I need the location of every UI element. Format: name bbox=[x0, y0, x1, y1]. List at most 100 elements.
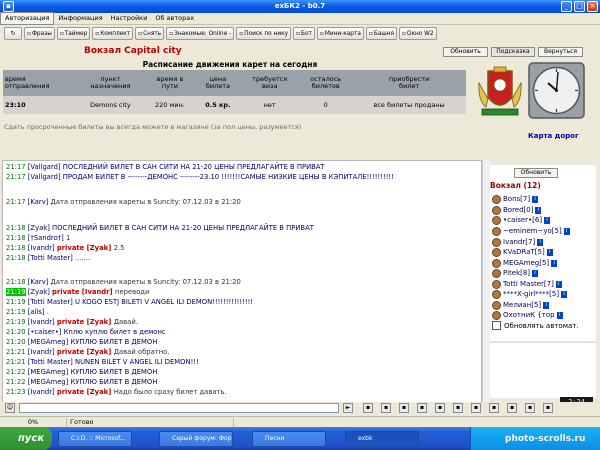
user-list-item[interactable]: ****X-girl****[5] i bbox=[492, 289, 568, 299]
smiley-button[interactable]: ☺ bbox=[5, 403, 15, 413]
chat-nick[interactable]: [Karv] bbox=[28, 198, 49, 206]
chat-scrollbar[interactable] bbox=[482, 160, 490, 403]
maximize-button[interactable]: □ bbox=[574, 1, 585, 12]
chat-nick[interactable]: [Totti Master] bbox=[28, 298, 75, 306]
toolbar-window-w2-button[interactable]: ▫ Окно W2 bbox=[398, 27, 437, 40]
chat-private-tag[interactable]: private [Zyak] bbox=[57, 318, 114, 326]
info-icon[interactable]: i bbox=[551, 259, 558, 267]
user-list-item[interactable]: MEGAmeg[5] i bbox=[492, 258, 558, 268]
user-nick[interactable]: Bons[7] bbox=[503, 195, 530, 203]
input-tool-button-4[interactable]: ▪ bbox=[417, 403, 427, 413]
user-list-item[interactable]: Мелиан[5] i bbox=[492, 300, 550, 310]
input-tool-button-2[interactable]: ▪ bbox=[381, 403, 391, 413]
auto-update-toggle[interactable]: Обновлять автомат. bbox=[492, 321, 579, 330]
user-list-item[interactable]: Bored[0] i bbox=[492, 205, 542, 215]
user-nick[interactable]: Pitek[8] bbox=[503, 269, 530, 277]
minimize-button[interactable]: _ bbox=[561, 1, 572, 12]
close-button[interactable]: × bbox=[587, 1, 598, 12]
user-list-item[interactable]: KVaDRaT[5] i bbox=[492, 247, 553, 257]
user-nick[interactable]: MEGAmeg[5] bbox=[503, 259, 549, 267]
chat-nick[interactable]: [Vallgard] bbox=[28, 163, 63, 171]
chat-nick[interactable]: [Zyak] bbox=[28, 288, 52, 296]
info-icon[interactable]: i bbox=[537, 238, 544, 246]
chat-nick[interactable]: [MEGAmeg] bbox=[28, 368, 71, 376]
info-icon[interactable]: i bbox=[544, 216, 551, 224]
user-list-item[interactable]: Bons[7] i bbox=[492, 194, 539, 204]
input-tool-button-9[interactable]: ▪ bbox=[507, 403, 517, 413]
info-icon[interactable]: i bbox=[532, 269, 539, 277]
toolbar-bot-button[interactable]: ▫ Бот bbox=[293, 27, 315, 40]
menu-item-information[interactable]: Информация bbox=[54, 13, 106, 24]
chat-nick[interactable]: [MEGAmeg] bbox=[28, 338, 71, 346]
app-icon[interactable]: ▪ bbox=[3, 1, 14, 12]
chat-private-tag[interactable]: private [Zyak] bbox=[57, 244, 114, 252]
chat-nick[interactable]: [Ivandr] bbox=[28, 348, 57, 356]
info-icon[interactable]: i bbox=[555, 280, 562, 288]
chat-nick[interactable]: [•caiser•] bbox=[28, 328, 64, 336]
user-list-item[interactable]: Pitek[8] i bbox=[492, 268, 539, 278]
menu-item-authorization[interactable]: Авторизация bbox=[0, 12, 55, 25]
toolbar-timer-button[interactable]: ▫ Таймер bbox=[56, 27, 91, 40]
info-icon[interactable]: i bbox=[561, 290, 568, 298]
chat-private-tag[interactable]: private [Ivandr] bbox=[52, 288, 115, 296]
return-button[interactable]: Вернуться bbox=[538, 47, 583, 57]
user-list-item[interactable]: ОхотниК {тор i bbox=[492, 310, 563, 320]
user-list-item[interactable]: •caiser•[6] i bbox=[492, 215, 551, 225]
send-button[interactable]: ► bbox=[343, 403, 353, 413]
user-list-item[interactable]: Totti Master[7] i bbox=[492, 279, 562, 289]
chat-private-tag[interactable]: private [Zyak] bbox=[57, 388, 114, 396]
location-refresh-button[interactable]: Обновить bbox=[443, 47, 488, 57]
task-button-exbk[interactable]: exbk bbox=[345, 431, 419, 447]
user-nick[interactable]: Bored[0] bbox=[503, 206, 533, 214]
start-button[interactable]: пуск bbox=[0, 427, 52, 450]
info-icon[interactable]: i bbox=[535, 206, 542, 214]
user-nick[interactable]: ~eminem~yo[5] bbox=[503, 227, 562, 235]
toolbar-search-button[interactable]: ▫ Поиск по нику bbox=[236, 27, 292, 40]
user-nick[interactable]: KVaDRaT[5] bbox=[503, 248, 545, 256]
chat-nick[interactable]: [Ivandr] bbox=[28, 244, 57, 252]
road-map-link[interactable]: Карта дорог bbox=[528, 132, 579, 140]
user-nick[interactable]: ОхотниК {тор bbox=[503, 311, 555, 319]
chat-nick[interactable]: [Totti Master] bbox=[28, 254, 75, 262]
info-icon[interactable]: i bbox=[556, 311, 563, 319]
input-tool-button-10[interactable]: ▪ bbox=[525, 403, 535, 413]
chat-nick[interactable]: [Zyak] bbox=[28, 224, 50, 232]
chat-nick[interactable]: [Karv] bbox=[28, 278, 49, 286]
info-icon[interactable]: i bbox=[532, 195, 539, 203]
info-icon[interactable]: i bbox=[543, 301, 550, 309]
task-button-forum[interactable]: Серый форум: Фору... bbox=[159, 431, 233, 447]
chat-nick[interactable]: [†Sandro†] bbox=[28, 234, 66, 242]
input-tool-button-3[interactable]: ▪ bbox=[399, 403, 409, 413]
chat-nick[interactable]: [Vallgard] bbox=[28, 173, 63, 181]
chat-message-input[interactable] bbox=[19, 403, 339, 413]
user-list-item[interactable]: ~eminem~yo[5] i bbox=[492, 226, 570, 236]
menu-item-settings[interactable]: Настройки bbox=[107, 13, 152, 24]
user-nick[interactable]: Ivandr[7] bbox=[503, 238, 535, 246]
auto-update-checkbox[interactable] bbox=[492, 321, 501, 330]
toolbar-refresh-button[interactable]: ↻ bbox=[4, 27, 22, 40]
chat-nick[interactable]: [Ivandr] bbox=[28, 318, 57, 326]
user-list-refresh-button[interactable]: Обновить bbox=[514, 168, 558, 178]
user-nick[interactable]: •caiser•[6] bbox=[503, 216, 542, 224]
toolbar-phrases-button[interactable]: ▫ Фразы bbox=[24, 27, 55, 40]
chat-nick[interactable]: [MEGAmeg] bbox=[28, 378, 71, 386]
toolbar-remove-button[interactable]: ▫ Снять bbox=[135, 27, 165, 40]
info-icon[interactable]: i bbox=[546, 248, 553, 256]
toolbar-friends-button[interactable]: ▫ Знакомые: Online - bbox=[166, 27, 235, 40]
hint-button[interactable]: Подсказка bbox=[491, 47, 535, 57]
user-nick[interactable]: Мелиан[5] bbox=[503, 301, 541, 309]
toolbar-tower-button[interactable]: ▫ Башня bbox=[365, 27, 397, 40]
user-list-item[interactable]: Ivandr[7] i bbox=[492, 237, 544, 247]
chat-nick[interactable]: [alls] bbox=[28, 308, 47, 316]
input-tool-button-6[interactable]: ▪ bbox=[453, 403, 463, 413]
task-button-songs[interactable]: Песни bbox=[252, 431, 326, 447]
chat-nick[interactable]: [Totti Master] bbox=[28, 358, 75, 366]
toolbar-minimap-button[interactable]: ▫ Мини-карта bbox=[316, 27, 364, 40]
input-tool-button-7[interactable]: ▪ bbox=[471, 403, 481, 413]
input-tool-button-5[interactable]: ▪ bbox=[435, 403, 445, 413]
info-icon[interactable]: i bbox=[563, 227, 570, 235]
user-nick[interactable]: Totti Master[7] bbox=[503, 280, 554, 288]
input-tool-button-8[interactable]: ▪ bbox=[489, 403, 499, 413]
chat-private-tag[interactable]: private [Zyak] bbox=[57, 348, 114, 356]
input-tool-button-11[interactable]: ▪ bbox=[543, 403, 553, 413]
